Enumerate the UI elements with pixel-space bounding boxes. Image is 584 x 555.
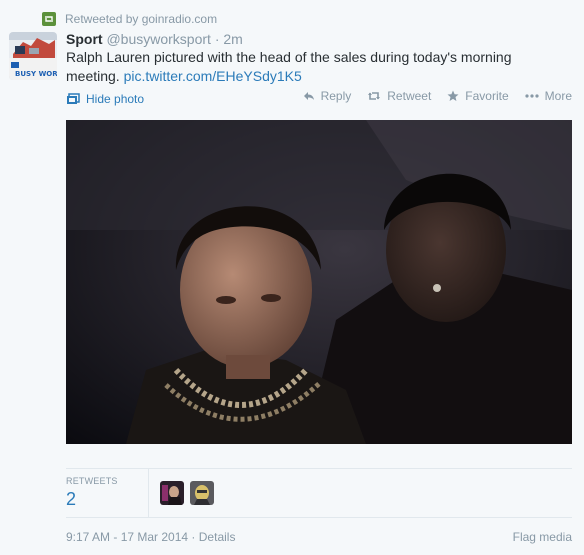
details-link[interactable]: Details bbox=[199, 530, 236, 544]
retweeter-avatars bbox=[160, 481, 220, 505]
retweet-button[interactable]: Retweet bbox=[367, 89, 431, 103]
tweet-time[interactable]: 2m bbox=[223, 31, 242, 47]
reply-button[interactable]: Reply bbox=[303, 89, 352, 103]
tweet-photo[interactable] bbox=[66, 120, 572, 444]
more-label: More bbox=[544, 89, 572, 103]
retweeter-avatar[interactable] bbox=[190, 481, 214, 505]
photo-icon bbox=[66, 93, 80, 105]
more-button[interactable]: More bbox=[525, 89, 572, 103]
tweet-media-link[interactable]: pic.twitter.com/EHeYSdy1K5 bbox=[124, 68, 302, 84]
tweet: Retweeted by goinradio.com BUSY WORK Spo… bbox=[0, 0, 584, 555]
favorite-label: Favorite bbox=[465, 89, 509, 103]
retweet-context: Retweeted by goinradio.com bbox=[42, 10, 217, 28]
retweet-action-icon bbox=[367, 91, 381, 101]
star-icon bbox=[447, 90, 459, 102]
retweets-label: RETWEETS bbox=[66, 476, 118, 486]
avatar-brand-text: BUSY WORK bbox=[15, 70, 57, 78]
retweeter-avatar[interactable] bbox=[160, 481, 184, 505]
hide-photo-label: Hide photo bbox=[86, 92, 145, 106]
reply-label: Reply bbox=[320, 89, 352, 103]
avatar[interactable]: BUSY WORK bbox=[9, 32, 57, 80]
more-dots-icon bbox=[525, 94, 539, 98]
flag-media-link[interactable]: Flag media bbox=[513, 530, 572, 544]
tweet-header: Sport @busyworksport · 2m bbox=[66, 30, 243, 48]
retweeted-by-label[interactable]: Retweeted by goinradio.com bbox=[65, 12, 217, 26]
header-separator: · bbox=[214, 31, 220, 47]
retweet-icon bbox=[42, 12, 56, 26]
tweet-footer: 9:17 AM - 17 Mar 2014 · Details Flag med… bbox=[66, 530, 572, 544]
author-username[interactable]: @busyworksport bbox=[106, 31, 210, 47]
stats-divider bbox=[148, 469, 149, 517]
footer-separator: · bbox=[191, 530, 196, 544]
hide-photo-button[interactable]: Hide photo bbox=[66, 91, 144, 107]
tweet-stats: RETWEETS 2 bbox=[66, 468, 572, 518]
tweet-text: Ralph Lauren pictured with the head of t… bbox=[66, 48, 566, 86]
retweets-count[interactable]: 2 bbox=[66, 489, 76, 510]
retweet-label: Retweet bbox=[387, 89, 432, 103]
reply-icon bbox=[303, 91, 315, 101]
tweet-actions: Reply Retweet Favorite More bbox=[287, 89, 572, 103]
tweet-timestamp[interactable]: 9:17 AM - 17 Mar 2014 bbox=[66, 530, 188, 544]
author-fullname[interactable]: Sport bbox=[66, 31, 103, 47]
favorite-button[interactable]: Favorite bbox=[447, 89, 509, 103]
